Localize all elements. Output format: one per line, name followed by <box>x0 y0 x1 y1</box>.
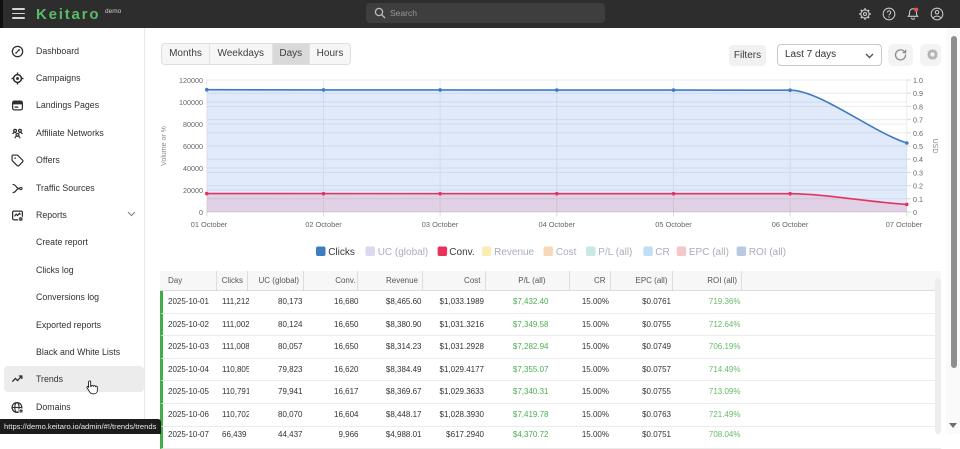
svg-text:1.0: 1.0 <box>913 76 923 85</box>
svg-text:P/L (all): P/L (all) <box>598 247 632 258</box>
svg-text:40000: 40000 <box>183 164 203 173</box>
svg-text:0.5: 0.5 <box>913 142 923 151</box>
svg-text:0.4: 0.4 <box>913 155 923 164</box>
svg-text:0: 0 <box>199 208 203 217</box>
svg-text:80000: 80000 <box>183 120 203 129</box>
svg-text:20000: 20000 <box>183 186 203 195</box>
svg-text:02 October: 02 October <box>305 220 342 229</box>
svg-text:0.9: 0.9 <box>913 89 923 98</box>
svg-text:0.2: 0.2 <box>913 182 923 191</box>
svg-text:CR: CR <box>655 247 669 258</box>
svg-text:06 October: 06 October <box>772 220 809 229</box>
svg-text:UC (global): UC (global) <box>378 247 429 258</box>
svg-text:Conv.: Conv. <box>449 247 474 258</box>
svg-text:05 October: 05 October <box>655 220 692 229</box>
svg-text:0.3: 0.3 <box>913 168 923 177</box>
svg-text:0: 0 <box>913 208 917 217</box>
svg-text:Volume or %: Volume or % <box>161 126 168 166</box>
svg-text:03 October: 03 October <box>422 220 459 229</box>
svg-text:Clicks: Clicks <box>328 247 355 258</box>
svg-text:Revenue: Revenue <box>494 247 534 258</box>
svg-text:EPC (all): EPC (all) <box>689 247 729 258</box>
svg-text:100000: 100000 <box>179 98 203 107</box>
svg-text:120000: 120000 <box>179 76 203 85</box>
svg-text:01 October: 01 October <box>191 220 228 229</box>
svg-text:07 October: 07 October <box>886 220 923 229</box>
svg-text:0.6: 0.6 <box>913 129 923 138</box>
svg-text:0.8: 0.8 <box>913 102 923 111</box>
svg-text:04 October: 04 October <box>539 220 576 229</box>
svg-text:USD: USD <box>931 139 938 154</box>
svg-text:ROI (all): ROI (all) <box>749 247 786 258</box>
svg-text:0.7: 0.7 <box>913 116 923 125</box>
svg-text:60000: 60000 <box>183 142 203 151</box>
svg-text:0.1: 0.1 <box>913 195 923 204</box>
svg-text:Cost: Cost <box>556 247 577 258</box>
